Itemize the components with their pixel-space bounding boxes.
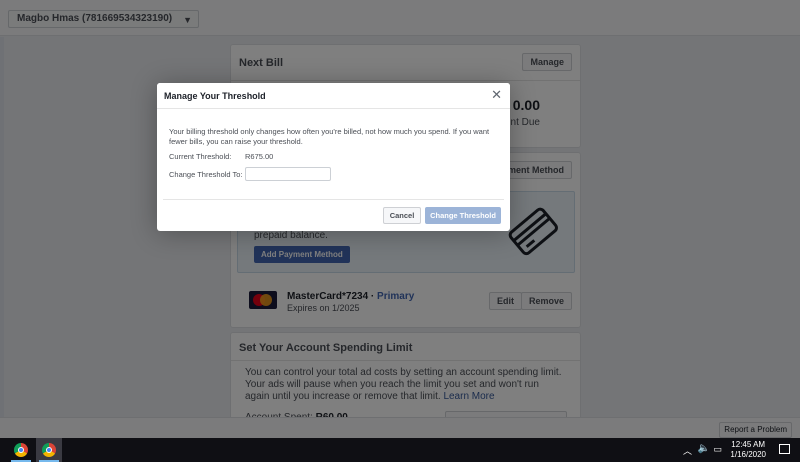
current-threshold-label: Current Threshold: [169, 152, 232, 161]
change-threshold-button[interactable]: Change Threshold [425, 207, 501, 224]
clock-time: 12:45 AM [731, 440, 766, 449]
chrome-icon [14, 443, 28, 457]
speaker-icon[interactable]: 🔈 [698, 443, 710, 454]
clock-date: 1/16/2020 [730, 450, 766, 459]
dialog-title: Manage Your Threshold [164, 91, 266, 101]
network-icon[interactable]: ▭ [713, 444, 722, 455]
manage-threshold-dialog: Manage Your Threshold ✕ Your billing thr… [157, 83, 510, 231]
clock[interactable]: 12:45 AM 1/16/2020 [730, 440, 766, 460]
change-threshold-input[interactable] [245, 167, 331, 181]
notification-icon[interactable] [779, 444, 790, 454]
change-threshold-label: Change Threshold To: [169, 170, 243, 179]
current-threshold-value: R675.00 [245, 152, 274, 161]
chrome-icon [42, 443, 56, 457]
taskbar-app-chrome[interactable] [8, 438, 34, 462]
chevron-up-icon[interactable]: ︿ [683, 444, 692, 457]
cancel-button[interactable]: Cancel [383, 207, 421, 224]
dialog-footer-divider [163, 199, 504, 200]
threshold-description: Your billing threshold only changes how … [169, 127, 490, 146]
taskbar-app-chrome-active[interactable] [36, 438, 62, 462]
system-tray: ︿ 🔈 ▭ 12:45 AM 1/16/2020 [660, 438, 800, 462]
close-icon[interactable]: ✕ [491, 88, 502, 101]
dialog-header: Manage Your Threshold ✕ [157, 83, 510, 109]
windows-taskbar: ︿ 🔈 ▭ 12:45 AM 1/16/2020 [0, 438, 800, 462]
